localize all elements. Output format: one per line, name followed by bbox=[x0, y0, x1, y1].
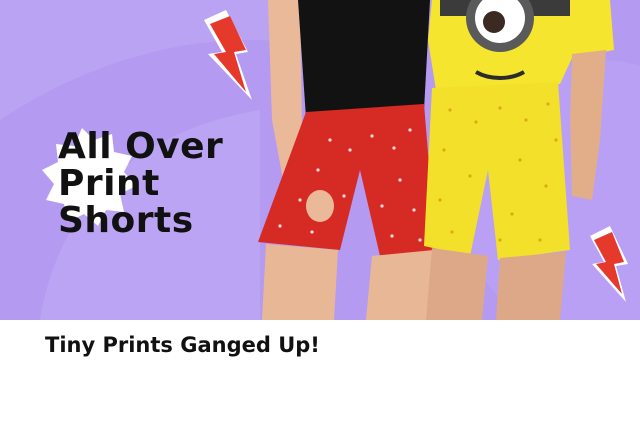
headline-line: Shorts bbox=[58, 200, 194, 241]
promo-caption[interactable]: Tiny Prints Ganged Up! bbox=[45, 333, 320, 357]
banner-headline: All Over Print Shorts bbox=[58, 128, 223, 239]
headline-line: Print bbox=[58, 163, 160, 204]
promo-banner[interactable]: All Over Print Shorts bbox=[0, 0, 640, 320]
promo-card[interactable]: All Over Print Shorts Tiny Prints Ganged… bbox=[0, 0, 640, 434]
headline-line: All Over bbox=[58, 126, 224, 167]
